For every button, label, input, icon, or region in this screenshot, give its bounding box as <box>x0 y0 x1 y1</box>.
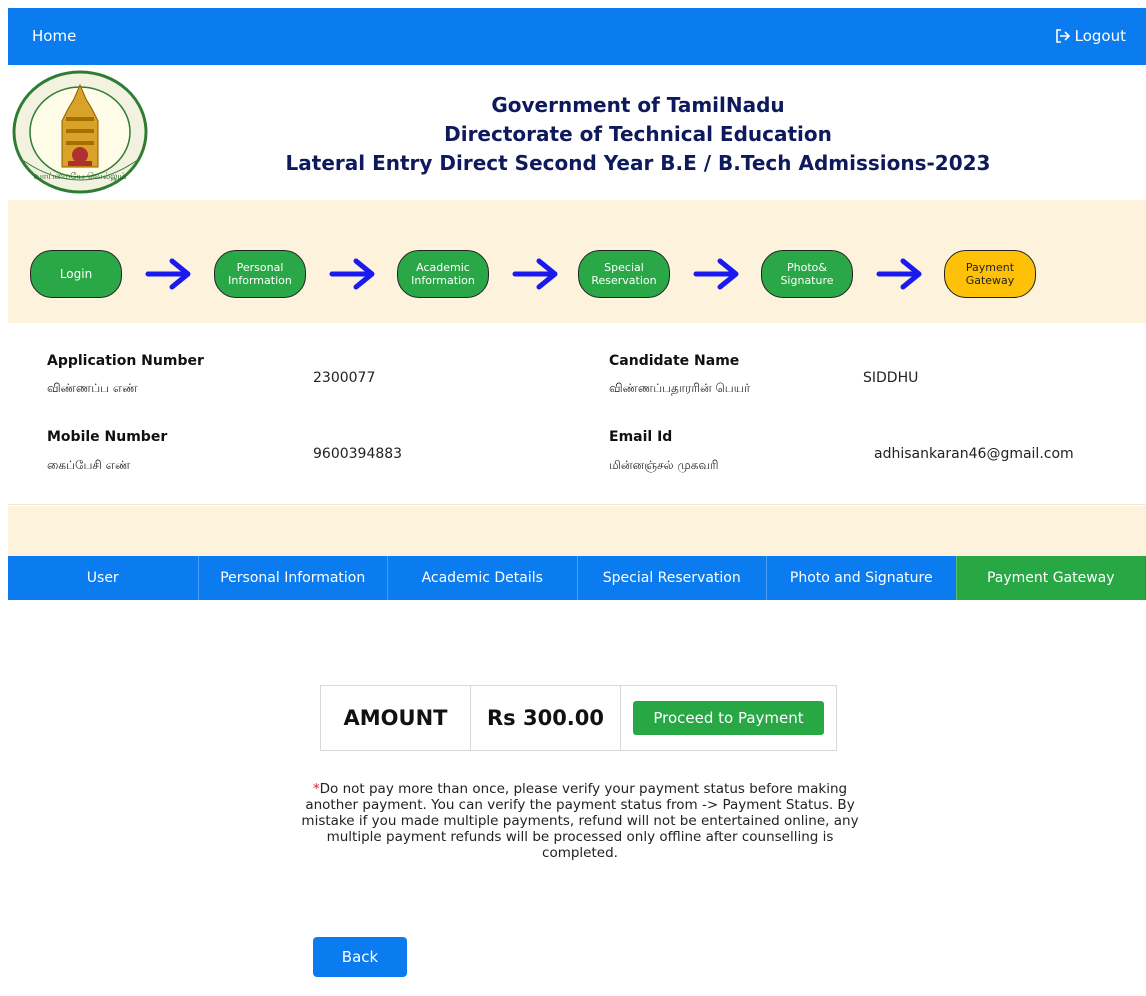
email-id-value: adhisankaran46@gmail.com <box>874 446 1074 462</box>
mobile-number-tamil-label: கைப்பேசி எண் <box>47 458 131 472</box>
payment-button-cell: Proceed to Payment <box>621 686 836 750</box>
page-header: வாய்மையே வெல்லும் Government of TamilNad… <box>8 65 1146 200</box>
tab-special-reservation[interactable]: Special Reservation <box>576 556 767 600</box>
progress-steps: Login Personal Information Academic Inform… <box>8 200 1146 323</box>
arrow-right-icon <box>329 258 375 290</box>
header-admissions: Lateral Entry Direct Second Year B.E / B… <box>285 151 991 175</box>
application-number-tamil-label: விண்ணப்ப எண் <box>47 381 138 395</box>
tab-personal-information[interactable]: Personal Information <box>197 556 388 600</box>
amount-value: Rs 300.00 <box>471 686 621 750</box>
step-login[interactable]: Login <box>30 250 122 298</box>
emblem-motto: வாய்மையே வெல்லும் <box>33 172 126 182</box>
candidate-name-value: SIDDHU <box>863 370 919 386</box>
mobile-number-value: 9600394883 <box>313 446 403 462</box>
application-number-label: Application Number <box>47 353 204 369</box>
step-special-reservation[interactable]: Special Reservation <box>578 250 670 298</box>
email-id-tamil-label: மின்னஞ்சல் முகவரி <box>609 458 719 472</box>
mobile-number-label: Mobile Number <box>47 429 168 445</box>
proceed-to-payment-button[interactable]: Proceed to Payment <box>633 701 824 735</box>
spacer-band <box>8 506 1146 556</box>
header-directorate: Directorate of Technical Education <box>444 122 832 146</box>
step-academic-information[interactable]: Academic Information <box>397 250 489 298</box>
tamilnadu-emblem-logo: வாய்மையே வெல்லும் <box>12 70 148 194</box>
payment-warning-note: *Do not pay more than once, please verif… <box>300 781 860 861</box>
logout-link[interactable]: Logout <box>1055 27 1126 45</box>
payment-warning-text: Do not pay more than once, please verify… <box>301 781 859 861</box>
step-photo-signature[interactable]: Photo& Signature <box>761 250 853 298</box>
arrow-right-icon <box>876 258 922 290</box>
candidate-name-tamil-label: விண்ணப்பதாரரின் பெயர் <box>609 381 751 395</box>
candidate-info: Application Number விண்ணப்ப எண் 2300077 … <box>8 323 1146 505</box>
payment-amount-table: AMOUNT Rs 300.00 Proceed to Payment <box>320 685 837 751</box>
email-id-label: Email Id <box>609 429 673 445</box>
tab-user[interactable]: User <box>8 556 198 600</box>
sign-out-icon <box>1055 29 1070 43</box>
step-personal-information[interactable]: Personal Information <box>214 250 306 298</box>
tab-photo-and-signature[interactable]: Photo and Signature <box>766 556 956 600</box>
logout-label: Logout <box>1074 27 1126 45</box>
top-navbar: Home Logout <box>8 8 1146 65</box>
tab-academic-details[interactable]: Academic Details <box>387 556 577 600</box>
header-government: Government of TamilNadu <box>491 93 785 117</box>
home-link[interactable]: Home <box>32 27 76 45</box>
required-asterisk: * <box>312 781 320 797</box>
arrow-right-icon <box>145 258 191 290</box>
application-number-value: 2300077 <box>313 370 376 386</box>
arrow-right-icon <box>512 258 558 290</box>
step-payment-gateway[interactable]: Payment Gateway <box>944 250 1036 298</box>
header-titles: Government of TamilNadu Directorate of T… <box>248 91 1028 178</box>
candidate-name-label: Candidate Name <box>609 353 740 369</box>
section-tabs: User Personal Information Academic Detai… <box>8 556 1146 600</box>
arrow-right-icon <box>693 258 739 290</box>
amount-label: AMOUNT <box>321 686 471 750</box>
back-button[interactable]: Back <box>313 937 407 977</box>
tab-payment-gateway[interactable]: Payment Gateway <box>955 556 1145 600</box>
